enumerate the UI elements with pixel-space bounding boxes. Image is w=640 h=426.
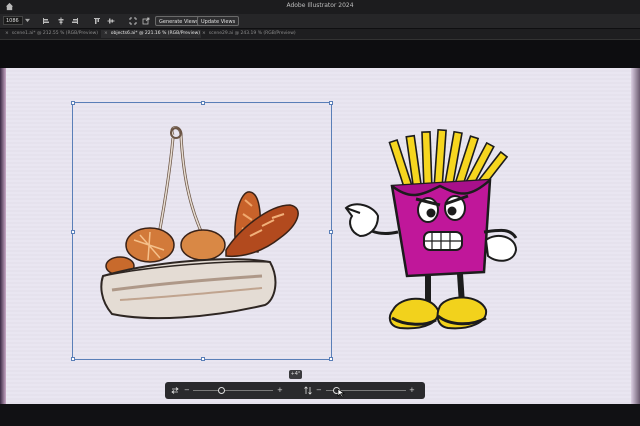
resize-handle-top-right[interactable] (329, 101, 333, 105)
resize-handle-top-left[interactable] (71, 101, 75, 105)
resize-handle-bottom-right[interactable] (329, 357, 333, 361)
resize-handle-right[interactable] (329, 230, 333, 234)
resize-handle-left[interactable] (71, 230, 75, 234)
french-fries-character-illustration[interactable] (344, 128, 518, 330)
zoom-out-button[interactable]: − (184, 386, 190, 394)
slider-thumb[interactable] (218, 387, 225, 394)
zoom-in-button[interactable]: + (277, 386, 283, 394)
slider-track[interactable] (193, 390, 273, 391)
resize-handle-bottom-left[interactable] (71, 357, 75, 361)
resize-handle-bottom[interactable] (201, 357, 205, 361)
rotate-left-button[interactable]: − (316, 386, 322, 394)
resize-handle-top[interactable] (201, 101, 205, 105)
rotate-right-button[interactable]: + (409, 386, 415, 394)
selection-bounding-box[interactable] (71, 101, 333, 361)
rotation-readout: +4° (289, 370, 302, 379)
swap-icon[interactable] (171, 387, 179, 394)
mouse-cursor-icon (337, 388, 345, 398)
view-control-bar: − + − + (165, 382, 425, 399)
sort-arrows-icon[interactable] (304, 386, 312, 395)
